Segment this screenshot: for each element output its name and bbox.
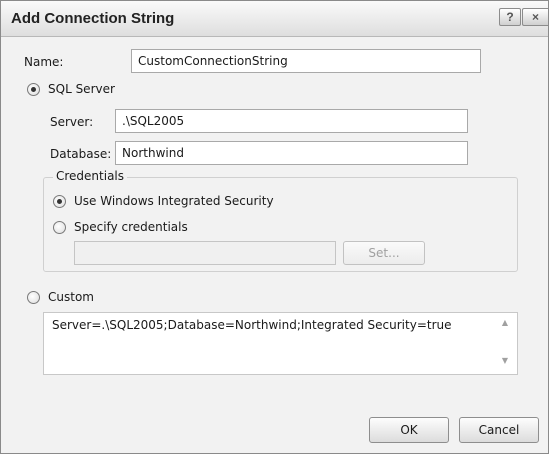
credentials-field (74, 241, 336, 265)
dialog-title: Add Connection String (11, 10, 175, 27)
specify-credentials-label[interactable]: Specify credentials (74, 220, 188, 234)
set-credentials-button: Set... (343, 241, 425, 265)
server-label: Server: (50, 115, 94, 129)
add-connection-string-dialog: Add Connection String ? × Name: CustomCo… (0, 0, 549, 454)
close-button[interactable]: × (522, 8, 548, 26)
title-bar[interactable]: Add Connection String ? × (1, 1, 548, 37)
custom-connection-textarea[interactable]: Server=.\SQL2005;Database=Northwind;Inte… (43, 312, 518, 375)
custom-connection-text: Server=.\SQL2005;Database=Northwind;Inte… (52, 318, 452, 332)
name-input[interactable]: CustomConnectionString (131, 49, 481, 73)
sql-server-label[interactable]: SQL Server (48, 82, 115, 96)
name-label: Name: (24, 55, 64, 69)
sql-server-radio[interactable] (27, 83, 40, 96)
custom-radio[interactable] (27, 291, 40, 304)
ok-button[interactable]: OK (369, 417, 449, 443)
scroll-down-icon[interactable]: ▼ (495, 353, 515, 369)
database-input[interactable]: Northwind (115, 141, 468, 165)
custom-label[interactable]: Custom (48, 290, 94, 304)
server-input[interactable]: .\SQL2005 (115, 109, 468, 133)
database-label: Database: (50, 147, 112, 161)
scroll-up-icon[interactable]: ▲ (495, 315, 515, 331)
windows-security-radio[interactable] (53, 195, 66, 208)
specify-credentials-radio[interactable] (53, 221, 66, 234)
cancel-button[interactable]: Cancel (459, 417, 539, 443)
credentials-legend: Credentials (53, 169, 128, 183)
help-button[interactable]: ? (499, 8, 521, 26)
windows-security-label[interactable]: Use Windows Integrated Security (74, 194, 274, 208)
